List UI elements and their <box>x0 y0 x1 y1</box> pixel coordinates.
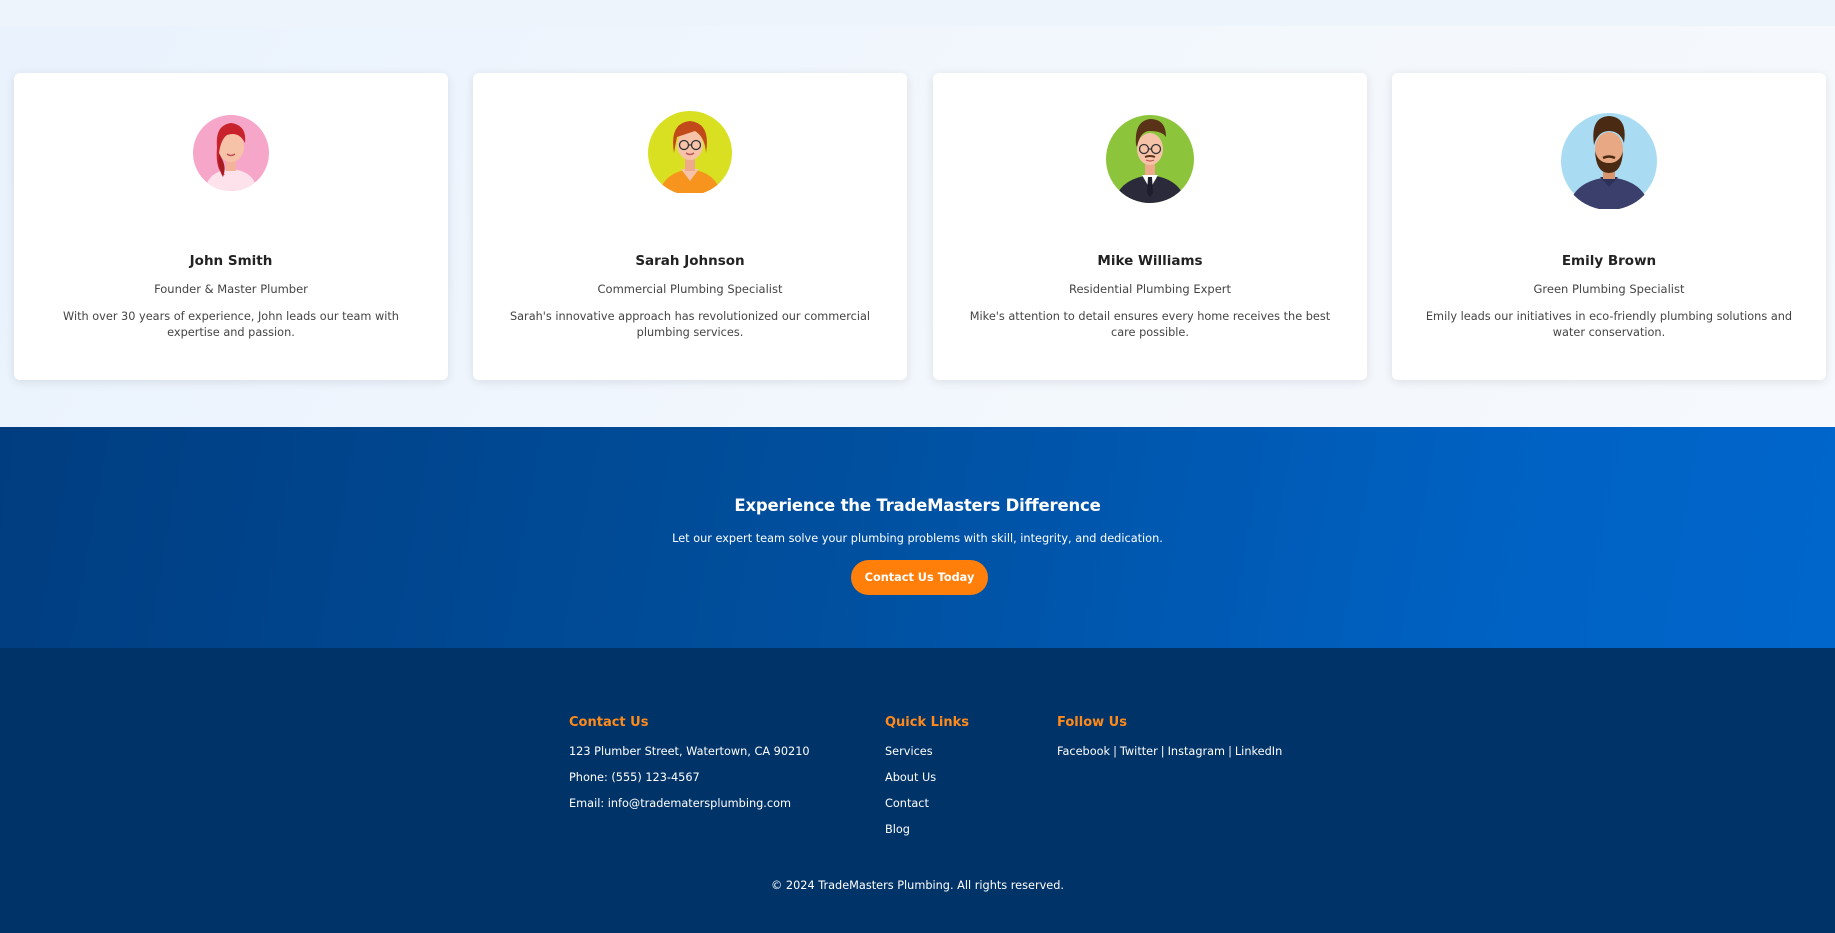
man-beard-avatar-icon <box>1561 113 1657 209</box>
site-footer: Contact Us 123 Plumber Street, Watertown… <box>0 648 1835 933</box>
team-member-role: Founder & Master Plumber <box>154 282 308 296</box>
social-link-linkedin[interactable]: LinkedIn <box>1235 745 1282 758</box>
social-link-twitter[interactable]: Twitter <box>1120 745 1158 758</box>
footer-contact-heading: Contact Us <box>569 715 649 730</box>
team-member-bio: Emily leads our initiatives in eco-frien… <box>1425 310 1793 339</box>
social-separator: | <box>1228 745 1232 758</box>
woman-red-hair-avatar-icon <box>193 115 269 191</box>
footer-email: Email: info@tradematersplumbing.com <box>569 797 792 810</box>
cta-section: Experience the TradeMasters Difference L… <box>0 427 1835 648</box>
team-member-name: Sarah Johnson <box>635 253 745 269</box>
man-glasses-suit-avatar-icon <box>1106 115 1194 203</box>
team-member-bio: Sarah's innovative approach has revoluti… <box>509 310 871 339</box>
footer-quick-links-heading: Quick Links <box>885 715 970 730</box>
team-member-role: Green Plumbing Specialist <box>1533 282 1685 296</box>
footer-address: 123 Plumber Street, Watertown, CA 90210 <box>569 745 810 758</box>
contact-us-today-button[interactable]: Contact Us Today <box>851 560 988 595</box>
footer-contact-column: Contact Us 123 Plumber Street, Watertown… <box>569 715 810 810</box>
footer-phone: Phone: (555) 123-4567 <box>569 771 700 784</box>
cta-title: Experience the TradeMasters Difference <box>734 496 1101 515</box>
footer-link-contact[interactable]: Contact <box>885 797 969 810</box>
footer-quick-links-column: Quick Links Services About Us Contact Bl… <box>885 715 969 836</box>
team-card-emily-brown: Emily Brown Green Plumbing Specialist Em… <box>1392 73 1826 380</box>
footer-follow-column: Follow Us Facebook | Twitter | Instagram | Lin… <box>1057 715 1282 758</box>
team-member-role: Commercial Plumbing Specialist <box>597 282 783 296</box>
top-strip <box>0 0 1835 26</box>
social-link-facebook[interactable]: Facebook <box>1057 745 1110 758</box>
footer-link-services[interactable]: Services <box>885 745 969 758</box>
woman-glasses-avatar-icon <box>648 111 732 193</box>
team-member-bio: Mike's attention to detail ensures every… <box>969 310 1331 339</box>
team-member-role: Residential Plumbing Expert <box>1068 282 1232 296</box>
team-member-name: Emily Brown <box>1561 253 1657 269</box>
team-card-john-smith: John Smith Founder & Master Plumber With… <box>14 73 448 380</box>
social-separator: | <box>1113 745 1117 758</box>
team-section: John Smith Founder & Master Plumber With… <box>0 26 1835 427</box>
footer-copyright: © 2024 TradeMasters Plumbing. All rights… <box>771 879 1064 892</box>
footer-link-blog[interactable]: Blog <box>885 823 969 836</box>
team-member-name: John Smith <box>189 253 273 269</box>
team-member-bio: With over 30 years of experience, John l… <box>63 310 399 339</box>
team-member-name: Mike Williams <box>1097 253 1203 269</box>
cta-subtitle: Let our expert team solve your plumbing … <box>672 532 1163 545</box>
footer-link-about-us[interactable]: About Us <box>885 771 969 784</box>
team-card-sarah-johnson: Sarah Johnson Commercial Plumbing Specia… <box>473 73 907 380</box>
team-card-mike-williams: Mike Williams Residential Plumbing Exper… <box>933 73 1367 380</box>
footer-follow-heading: Follow Us <box>1057 715 1127 730</box>
social-links: Facebook | Twitter | Instagram | LinkedIn <box>1057 745 1282 758</box>
social-link-instagram[interactable]: Instagram <box>1168 745 1225 758</box>
social-separator: | <box>1160 745 1165 758</box>
